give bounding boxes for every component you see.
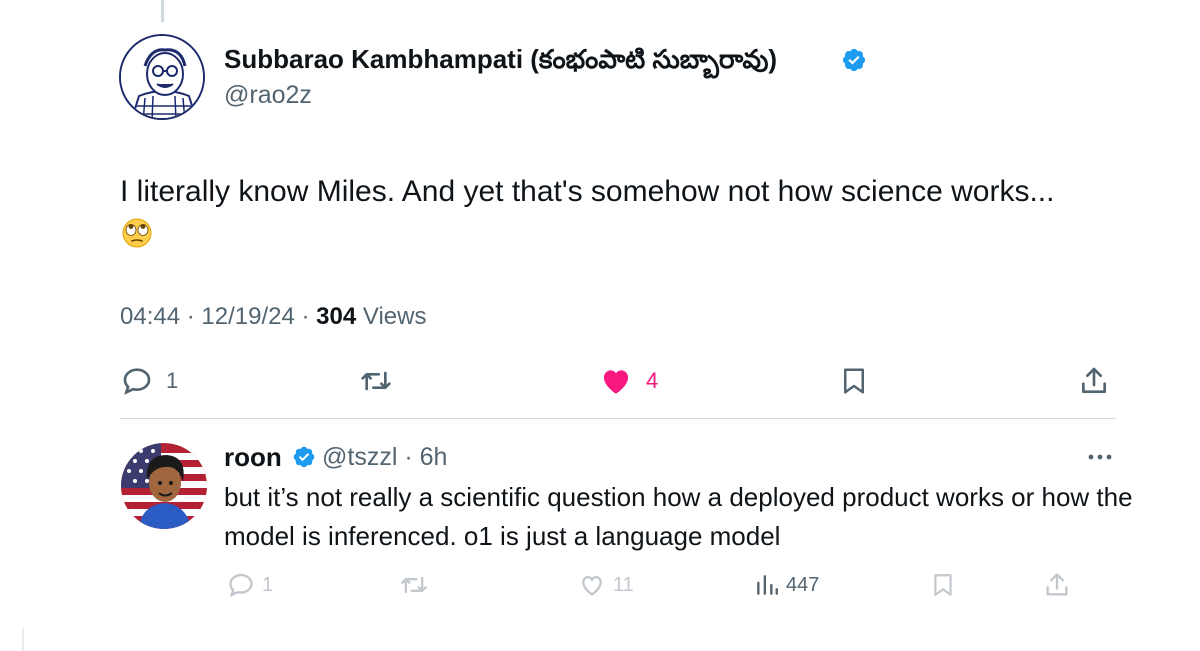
timeline-border bbox=[22, 628, 24, 651]
reply-author-avatar[interactable] bbox=[121, 443, 207, 529]
reply-handle-time[interactable]: @tszzl · 6h bbox=[322, 443, 447, 472]
retweet-icon bbox=[401, 576, 427, 594]
reply-reply-count: 1 bbox=[262, 573, 274, 596]
tweet-text-body: I literally know Miles. And yet that's s… bbox=[120, 175, 1055, 208]
reply-button[interactable]: 1 bbox=[120, 365, 178, 397]
author-avatar[interactable] bbox=[119, 34, 205, 120]
thread-connector-line bbox=[161, 0, 164, 22]
verified-badge-icon[interactable] bbox=[841, 47, 867, 73]
retweet-icon bbox=[361, 371, 391, 391]
retweet-button[interactable] bbox=[357, 365, 395, 397]
reply-count: 1 bbox=[166, 368, 179, 393]
reply-author-name[interactable]: roon bbox=[224, 442, 282, 473]
author-handle[interactable]: @rao2z bbox=[224, 81, 312, 110]
bookmark-icon bbox=[934, 574, 952, 596]
meta-separator: · bbox=[186, 303, 195, 330]
heart-outline-icon bbox=[582, 576, 602, 596]
reply-views-button[interactable]: 447 bbox=[754, 571, 819, 599]
tweet-date[interactable]: 12/19/24 bbox=[201, 303, 294, 330]
meta-separator: · bbox=[301, 303, 310, 330]
author-name[interactable]: Subbarao Kambhampati (కంభంపాటి సుబ్బారావ… bbox=[224, 44, 777, 81]
tweet-meta: 04:44 · 12/19/24 · 304 Views bbox=[120, 303, 426, 331]
reply-like-button[interactable]: 11 bbox=[577, 571, 634, 599]
reply-views-count: 447 bbox=[786, 573, 820, 596]
share-icon bbox=[1082, 367, 1106, 393]
heart-filled-icon bbox=[603, 370, 629, 394]
bookmark-button[interactable] bbox=[839, 364, 869, 398]
reply-icon bbox=[229, 573, 253, 598]
reply-share-button[interactable] bbox=[1043, 571, 1071, 599]
views-count: 304 bbox=[316, 303, 357, 330]
tweet-time[interactable]: 04:44 bbox=[120, 303, 180, 330]
tweet-divider bbox=[120, 418, 1116, 419]
verified-badge-icon[interactable] bbox=[292, 445, 316, 469]
reply-reply-button[interactable]: 1 bbox=[226, 571, 273, 599]
share-icon bbox=[1046, 573, 1068, 596]
reply-icon bbox=[123, 368, 151, 395]
avatar-sketch-icon bbox=[121, 36, 203, 118]
like-count: 4 bbox=[646, 368, 659, 393]
reply-retweet-button[interactable] bbox=[398, 571, 430, 599]
more-options-icon[interactable] bbox=[1087, 450, 1113, 464]
avatar-flag-character-icon bbox=[121, 443, 207, 529]
like-button[interactable]: 4 bbox=[598, 364, 658, 398]
share-button[interactable] bbox=[1078, 364, 1110, 398]
reply-bookmark-button[interactable] bbox=[930, 571, 956, 599]
views-label: Views bbox=[362, 303, 427, 330]
rolling-eyes-emoji-icon bbox=[122, 218, 152, 248]
tweet-text: I literally know Miles. And yet that's s… bbox=[120, 170, 1080, 256]
reply-text: but it’s not really a scientific questio… bbox=[224, 482, 1133, 551]
reply-like-count: 11 bbox=[613, 573, 634, 596]
analytics-bars-icon bbox=[757, 575, 778, 595]
bookmark-icon bbox=[844, 368, 864, 394]
